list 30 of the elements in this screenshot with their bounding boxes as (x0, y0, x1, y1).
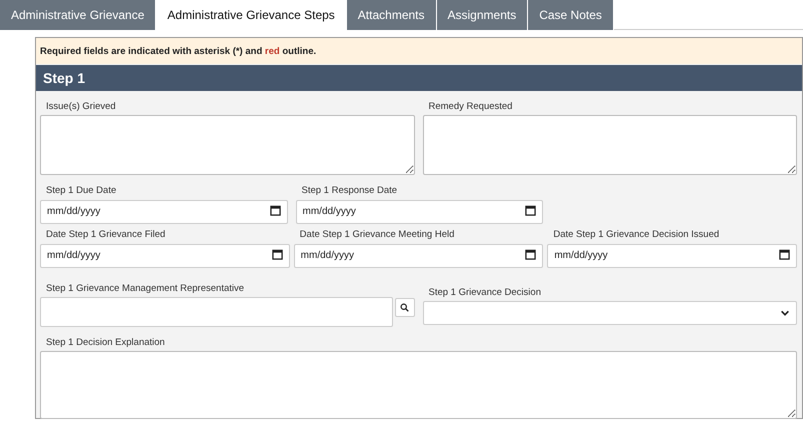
date-field[interactable]: mm/dd/yyyy (296, 200, 543, 224)
field-label: Step 1 Grievance Management Representative (45, 282, 246, 296)
date-field[interactable]: mm/dd/yyyy (547, 244, 798, 268)
notice-text: Required fields are indicated with asterisk (*) and red outline. (40, 46, 316, 56)
date-field[interactable]: mm/dd/yyyy (40, 244, 290, 268)
tab[interactable]: Case Notes (528, 0, 614, 30)
chevron-down-icon (780, 308, 790, 318)
tab[interactable]: Attachments (346, 0, 436, 30)
field-label: Issue(s) Grieved (45, 100, 117, 114)
field-label: Date Step 1 Grievance Filed (45, 228, 166, 242)
field-label: Date Step 1 Grievance Decision Issued (552, 228, 720, 242)
field-label: Step 1 Response Date (300, 184, 398, 198)
section-title: Step 1 (43, 70, 86, 86)
calendar-icon[interactable] (272, 249, 283, 260)
tab[interactable]: Assignments (436, 0, 528, 30)
tab[interactable]: Administrative Grievance (0, 0, 156, 30)
date-field[interactable]: mm/dd/yyyy (40, 200, 288, 224)
search-icon (400, 303, 409, 312)
field-label: Remedy Requested (428, 100, 514, 114)
calendar-icon[interactable] (525, 205, 536, 216)
calendar-icon[interactable] (779, 249, 790, 260)
input-field[interactable] (40, 297, 392, 327)
field-label: Date Step 1 Grievance Meeting Held (298, 228, 456, 242)
calendar-icon[interactable] (525, 249, 536, 260)
field-label: Step 1 Due Date (45, 184, 118, 198)
field-label: Step 1 Grievance Decision (428, 286, 542, 300)
date-field[interactable]: mm/dd/yyyy (294, 244, 544, 268)
calendar-icon[interactable] (270, 205, 280, 216)
field-label: Step 1 Decision Explanation (45, 336, 166, 350)
search-button[interactable] (394, 298, 414, 317)
